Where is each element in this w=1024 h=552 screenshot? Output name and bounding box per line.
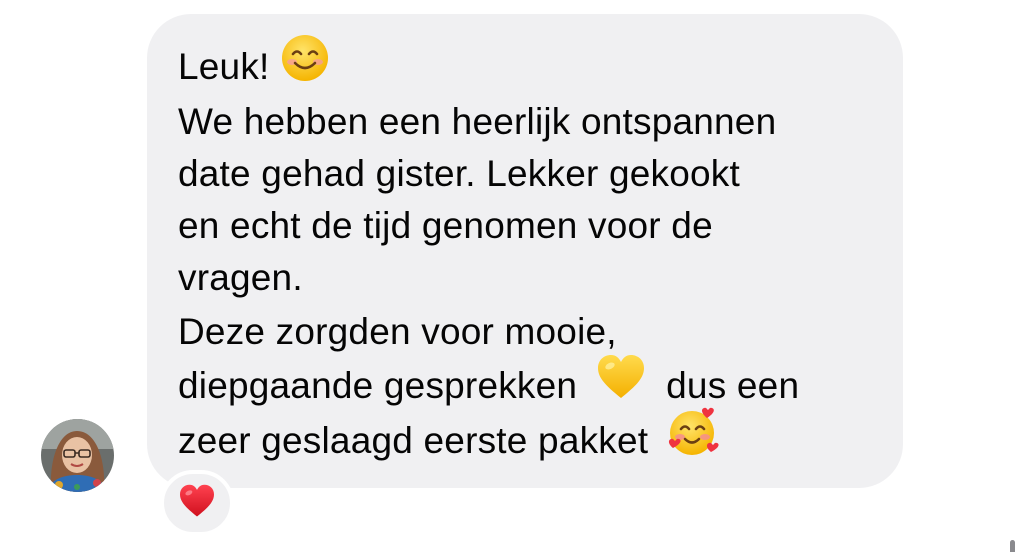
red-heart-icon [178, 484, 216, 523]
message-line: en echt de tijd genomen voor de [178, 200, 713, 252]
message-line: Leuk! [178, 35, 330, 101]
yellow-heart-icon [596, 354, 646, 414]
message-line: zeer geslaagd eerste pakket [178, 407, 719, 476]
message-text: We hebben een heerlijk ontspannen [178, 101, 777, 142]
message-text: date gehad gister. Lekker gekookt [178, 153, 740, 194]
message-line: Deze zorgden voor mooie, [178, 306, 617, 358]
message-text: diepgaande gesprekken [178, 364, 578, 406]
message-text: Leuk! [178, 45, 270, 87]
message-line: We hebben een heerlijk ontspannen [178, 96, 776, 148]
reaction-badge[interactable] [160, 470, 234, 536]
message-text: en echt de tijd genomen voor de [178, 205, 713, 246]
message-line: vragen. [178, 252, 303, 304]
message-text: dus een [666, 364, 800, 406]
message-text: vragen. [178, 257, 303, 298]
scrollbar[interactable] [1010, 540, 1015, 552]
sender-avatar[interactable] [41, 419, 114, 492]
message-text: zeer geslaagd eerste pakket [178, 419, 649, 461]
smiling-face-icon [280, 33, 330, 97]
message-line: date gehad gister. Lekker gekookt [178, 148, 740, 200]
message-text: Deze zorgden voor mooie, [178, 311, 617, 352]
profile-photo-icon [41, 419, 114, 492]
smiling-face-with-hearts-icon [665, 406, 719, 472]
